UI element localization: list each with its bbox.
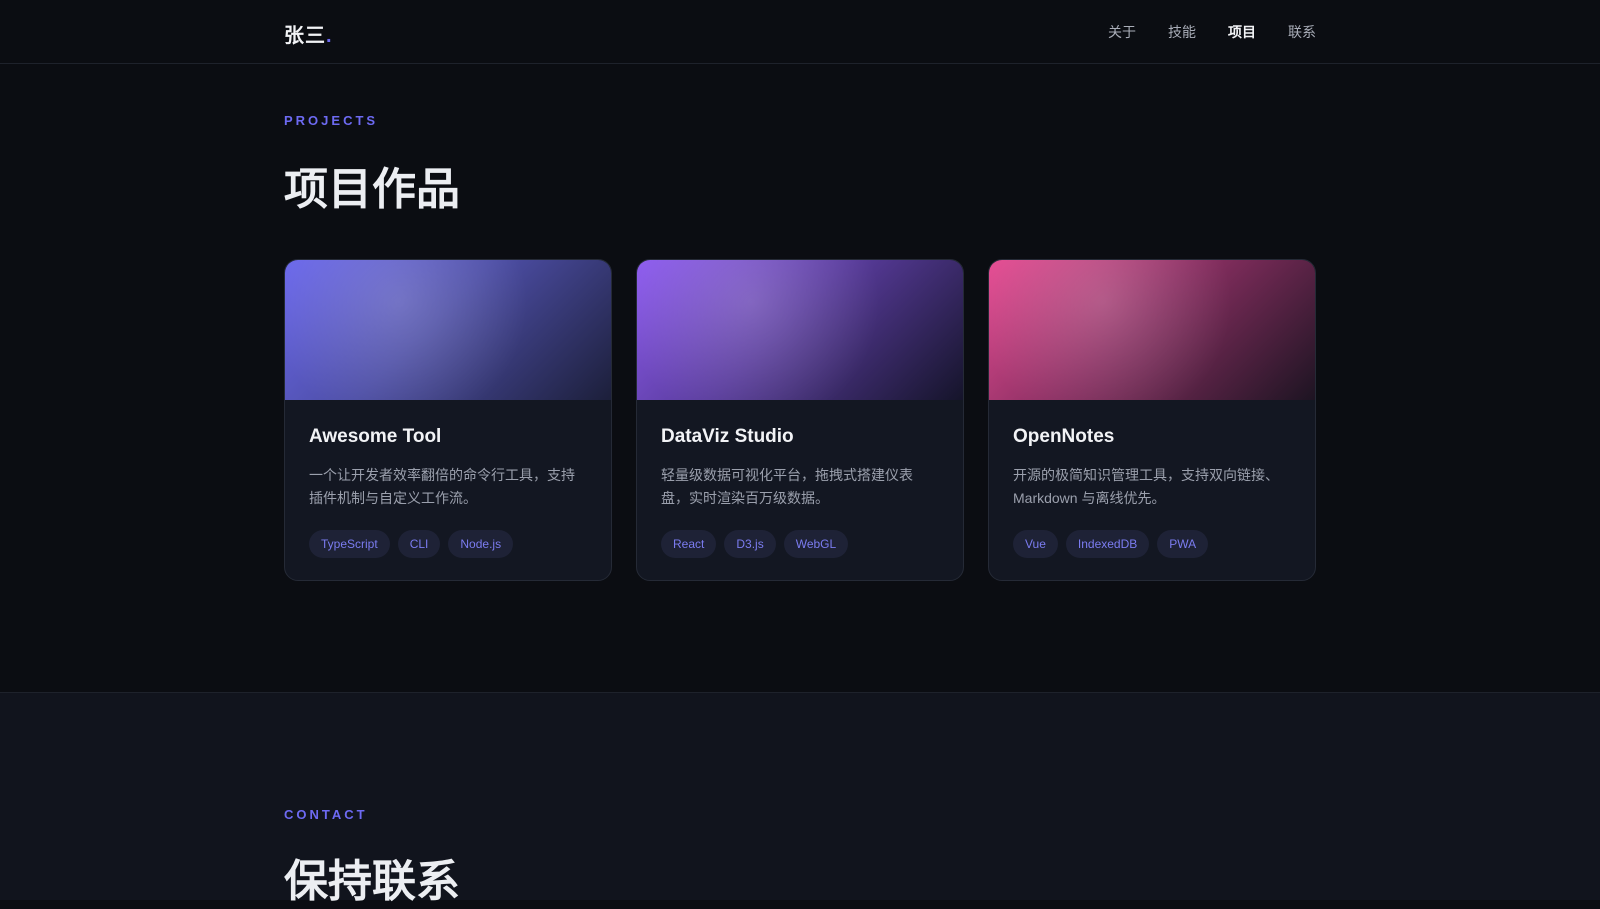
logo-dot: . (326, 25, 333, 47)
project-tags: Vue IndexedDB PWA (1013, 530, 1291, 558)
nav-link-skills[interactable]: 技能 (1168, 22, 1196, 42)
project-tags: TypeScript CLI Node.js (309, 530, 587, 558)
project-card-opennotes[interactable]: OpenNotes 开源的极简知识管理工具，支持双向链接、Markdown 与离… (988, 259, 1316, 581)
project-cover-image (285, 260, 611, 400)
tech-tag: D3.js (724, 530, 776, 558)
contact-section: CONTACT 保持联系 (0, 692, 1600, 906)
project-description: 一个让开发者效率翻倍的命令行工具，支持插件机制与自定义工作流。 (309, 467, 575, 506)
tech-tag: Node.js (448, 530, 514, 558)
project-card-body: Awesome Tool 一个让开发者效率翻倍的命令行工具，支持插件机制与自定义… (285, 400, 611, 558)
logo-text: 张三 (284, 25, 326, 47)
nav-link-projects[interactable]: 项目 (1228, 22, 1256, 42)
tech-tag: React (661, 530, 717, 558)
tech-tag: TypeScript (309, 530, 390, 558)
contact-title: 保持联系 (284, 857, 460, 906)
project-card-dataviz-studio[interactable]: DataViz Studio 轻量级数据可视化平台，拖拽式搭建仪表盘，实时渲染百… (636, 259, 964, 581)
main-nav: 关于 技能 项目 联系 (1108, 22, 1316, 42)
tech-tag: CLI (397, 530, 441, 558)
top-navbar: 张三. 关于 技能 项目 联系 (0, 0, 1600, 64)
projects-section: PROJECTS 项目作品 Awesome Tool 一个让开发者效率翻倍的命令… (0, 65, 1600, 693)
project-card-body: DataViz Studio 轻量级数据可视化平台，拖拽式搭建仪表盘，实时渲染百… (637, 400, 963, 558)
projects-title: 项目作品 (284, 165, 460, 214)
project-title: DataViz Studio (661, 426, 794, 447)
project-title: Awesome Tool (309, 426, 442, 447)
project-description: 开源的极简知识管理工具，支持双向链接、Markdown 与离线优先。 (1013, 467, 1279, 506)
project-description: 轻量级数据可视化平台，拖拽式搭建仪表盘，实时渲染百万级数据。 (661, 467, 913, 506)
site-logo[interactable]: 张三. (284, 19, 333, 48)
tech-tag: PWA (1157, 530, 1209, 558)
tech-tag: WebGL (783, 530, 849, 558)
project-card-body: OpenNotes 开源的极简知识管理工具，支持双向链接、Markdown 与离… (989, 400, 1315, 558)
projects-eyebrow: PROJECTS (284, 113, 379, 128)
project-card-awesome-tool[interactable]: Awesome Tool 一个让开发者效率翻倍的命令行工具，支持插件机制与自定义… (284, 259, 612, 581)
tech-tag: IndexedDB (1065, 530, 1150, 558)
nav-link-contact[interactable]: 联系 (1288, 22, 1316, 42)
tech-tag: Vue (1013, 530, 1058, 558)
project-title: OpenNotes (1013, 426, 1115, 447)
contact-eyebrow: CONTACT (284, 807, 368, 822)
project-cover-image (637, 260, 963, 400)
project-cover-image (989, 260, 1315, 400)
nav-link-about[interactable]: 关于 (1108, 22, 1136, 42)
project-tags: React D3.js WebGL (661, 530, 939, 558)
project-cards: Awesome Tool 一个让开发者效率翻倍的命令行工具，支持插件机制与自定义… (284, 259, 1316, 581)
